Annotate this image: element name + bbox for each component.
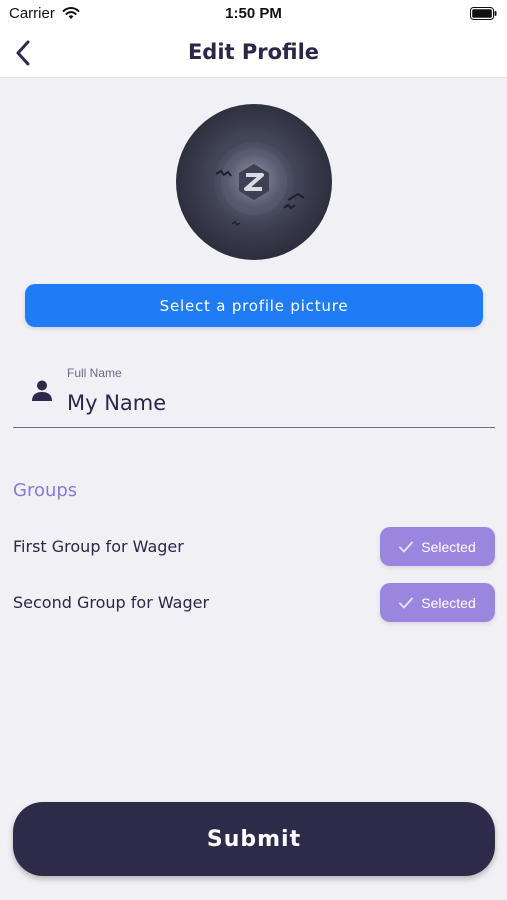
group-row: First Group for Wager Selected: [13, 527, 495, 567]
submit-button[interactable]: Submit: [13, 802, 495, 876]
selected-label: Selected: [421, 594, 476, 611]
group-name: Second Group for Wager: [13, 593, 210, 612]
group-selected-toggle[interactable]: Selected: [380, 527, 495, 566]
select-profile-picture-button[interactable]: Select a profile picture: [25, 284, 483, 327]
field-underline: [13, 426, 495, 428]
battery-icon: [470, 7, 497, 20]
full-name-field[interactable]: Full Name My Name: [13, 360, 495, 430]
group-selected-toggle[interactable]: Selected: [380, 583, 495, 622]
selected-label: Selected: [421, 538, 476, 555]
status-time: 1:50 PM: [225, 5, 282, 22]
group-row: Second Group for Wager Selected: [13, 583, 495, 623]
checkmark-icon: [399, 541, 414, 552]
groups-section-title: Groups: [13, 480, 78, 501]
group-name: First Group for Wager: [13, 537, 184, 556]
full-name-input[interactable]: My Name: [67, 391, 166, 415]
avatar-logo-icon: [206, 134, 305, 230]
checkmark-icon: [399, 597, 414, 608]
page-title: Edit Profile: [187, 40, 320, 64]
full-name-label: Full Name: [67, 366, 122, 380]
person-icon: [32, 380, 52, 401]
profile-picture-avatar[interactable]: [176, 104, 332, 260]
navigation-bar: Edit Profile: [0, 28, 507, 78]
status-bar: Carrier 1:50 PM: [0, 0, 507, 28]
